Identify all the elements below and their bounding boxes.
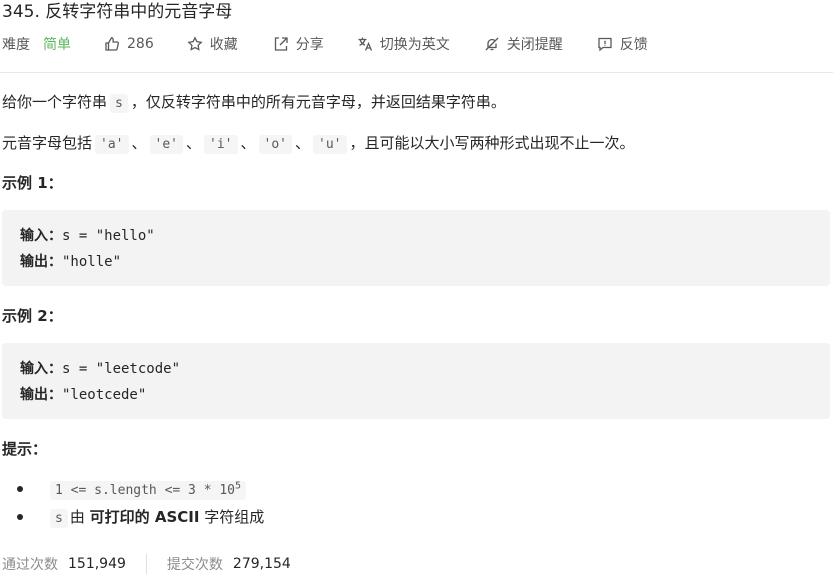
switch-language-button[interactable]: 切换为英文: [357, 34, 450, 54]
inline-code: 'a': [95, 135, 129, 154]
stats-divider: [145, 554, 147, 574]
problem-toolbar: 难度 简单 286 收藏 分享 切换为英文 关闭提醒 反馈: [2, 32, 648, 56]
output-label: 输出：: [20, 254, 62, 270]
notification-label: 关闭提醒: [506, 37, 563, 53]
share-label: 分享: [295, 37, 324, 53]
inline-code: 'e': [149, 135, 183, 154]
description-text: 给你一个字符串: [2, 93, 108, 111]
inline-code: 1 <= s.length <= 3 * 105: [50, 480, 247, 500]
inline-code: 'o': [258, 135, 292, 154]
inline-code: 'u': [313, 135, 347, 154]
difficulty-label: 难度: [2, 37, 30, 53]
hints-list: 1 <= s.length <= 3 * 105 s由 可打印的 ASCII 字…: [16, 476, 265, 532]
problem-title: 345. 反转字符串中的元音字母: [2, 2, 233, 22]
share-icon: [274, 37, 288, 51]
submitted-label: 提交次数: [166, 557, 223, 573]
hint-bold-text: 可打印的 ASCII: [89, 508, 200, 526]
accepted-label: 通过次数: [2, 557, 58, 573]
description-text: ，且可能以大小写两种形式出现不止一次。: [349, 134, 635, 152]
input-label: 输入：: [20, 361, 62, 377]
inline-code: 'i': [204, 135, 238, 154]
output-label: 输出：: [20, 387, 62, 403]
constraint-text: 1 <= s.length <= 3 * 10: [55, 483, 236, 498]
feedback-label: 反馈: [619, 37, 648, 53]
hint-text: 字符组成: [204, 508, 265, 526]
star-icon: [187, 36, 203, 51]
example-2-heading: 示例 2：: [2, 307, 63, 325]
separator-text: 、: [240, 134, 256, 152]
share-button[interactable]: 分享: [273, 34, 324, 54]
description-paragraph: 给你一个字符串 s ，仅反转字符串中的所有元音字母，并返回结果字符串。: [2, 90, 506, 116]
favorite-button[interactable]: 收藏: [187, 34, 238, 54]
accepted-count: 151,949: [68, 556, 126, 572]
thumbs-up-icon: [105, 37, 119, 51]
separator-text: 、: [131, 134, 147, 152]
feedback-icon: [598, 37, 612, 52]
submitted-count: 279,154: [232, 556, 291, 572]
list-item: s由 可打印的 ASCII 字符组成: [16, 504, 265, 532]
hint-text: 由: [69, 508, 85, 526]
description-text: 元音字母包括: [2, 134, 93, 152]
example-2-block: 输入：s = "leetcode" 输出："leotcede": [2, 343, 830, 419]
translate-icon: [358, 37, 372, 51]
exponent: 5: [235, 480, 242, 492]
feedback-button[interactable]: 反馈: [597, 34, 648, 54]
output-value: "holle": [62, 254, 122, 270]
example-1-heading: 示例 1：: [2, 174, 63, 192]
divider: [0, 72, 833, 73]
hints-heading: 提示：: [2, 440, 48, 458]
input-value: s = "hello": [62, 228, 155, 244]
example-1-block: 输入：s = "hello" 输出："holle": [2, 210, 830, 286]
submission-stats: 通过次数 151,949 提交次数 279,154: [2, 553, 291, 575]
inline-code: s: [50, 509, 68, 528]
like-button[interactable]: 286: [104, 36, 154, 52]
output-value: "leotcede": [62, 387, 147, 403]
like-count: 286: [127, 36, 154, 52]
separator-text: 、: [186, 134, 202, 152]
inline-code: s: [110, 94, 128, 113]
list-item: 1 <= s.length <= 3 * 105: [16, 476, 264, 504]
bell-off-icon: [485, 37, 499, 51]
separator-text: 、: [295, 134, 311, 152]
switch-language-label: 切换为英文: [379, 37, 450, 53]
notification-toggle[interactable]: 关闭提醒: [484, 34, 563, 54]
favorite-label: 收藏: [209, 37, 238, 53]
difficulty-badge: 简单: [43, 37, 71, 53]
input-value: s = "leetcode": [62, 361, 181, 377]
description-text: ，仅反转字符串中的所有元音字母，并返回结果字符串。: [130, 93, 506, 111]
vowels-paragraph: 元音字母包括'a'、'e'、'i'、'o'、'u' ，且可能以大小写两种形式出现不…: [2, 131, 635, 157]
input-label: 输入：: [20, 228, 62, 244]
